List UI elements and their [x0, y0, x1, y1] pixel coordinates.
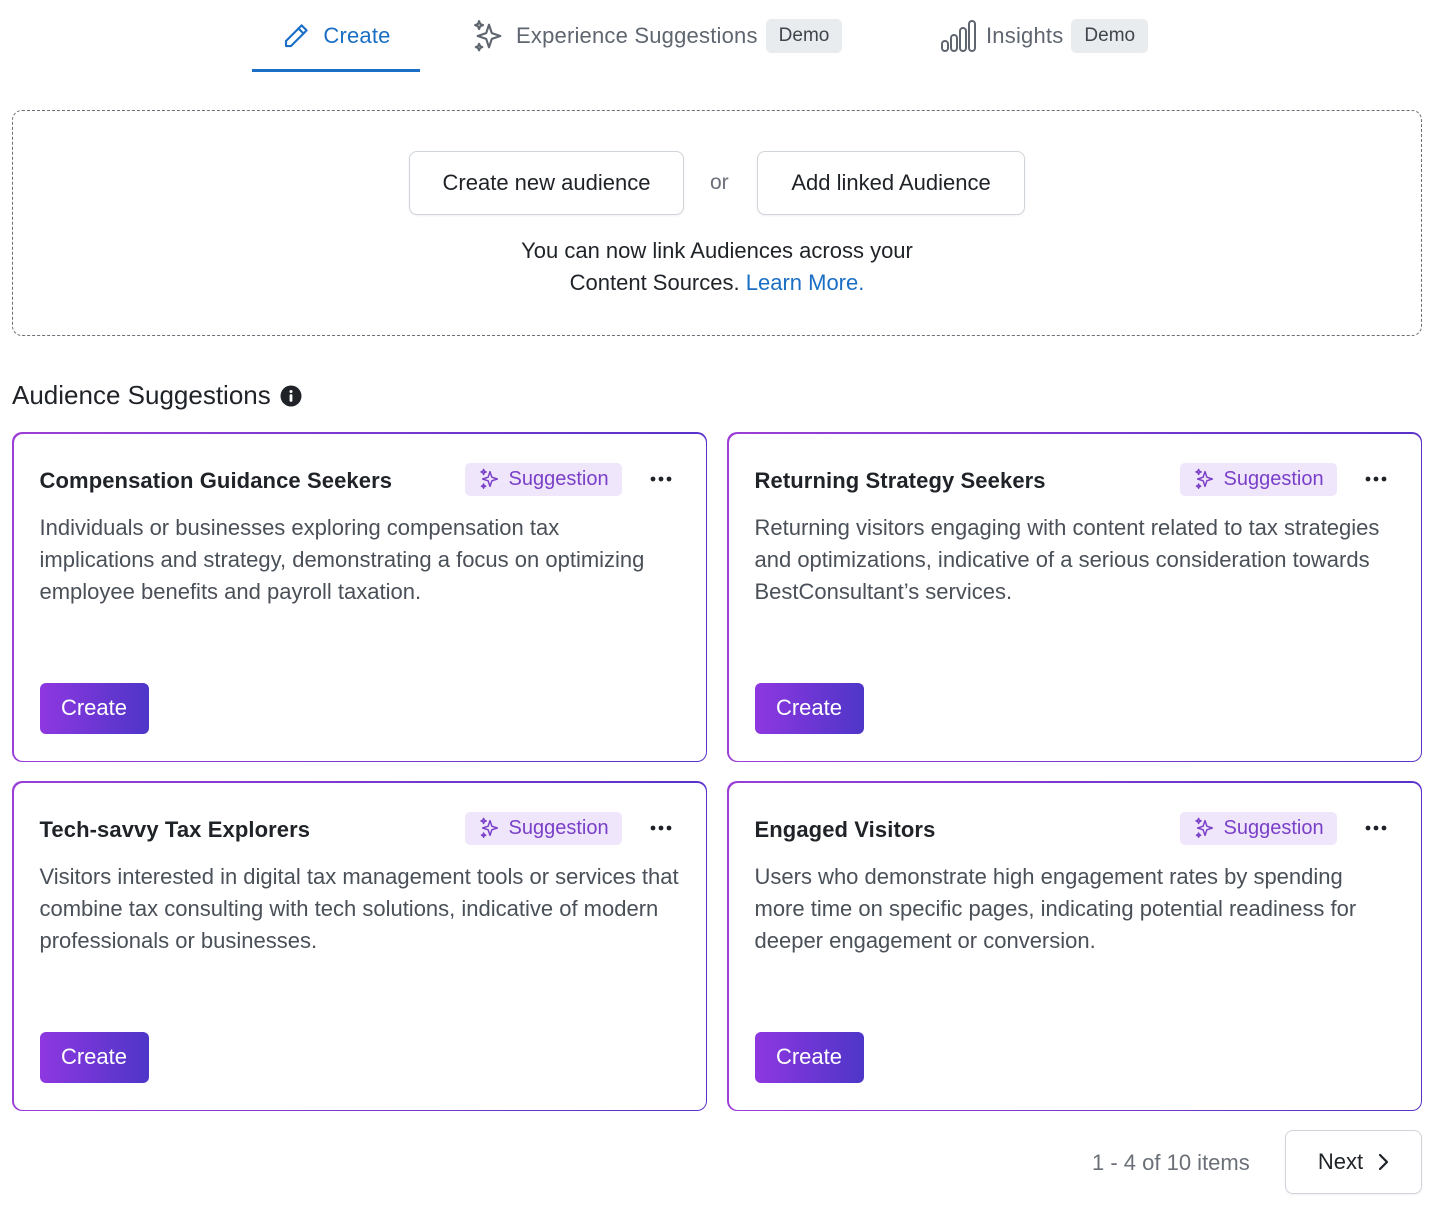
create-button[interactable]: Create	[754, 1031, 864, 1083]
card-description: Users who demonstrate high engagement ra…	[754, 863, 1357, 953]
more-options-icon[interactable]	[1364, 816, 1388, 840]
link-audiences-text: You can now link Audiences across your C…	[13, 235, 1421, 299]
suggestion-badge-label: Suggestion	[1223, 467, 1324, 490]
sparkle-icon	[1194, 468, 1216, 490]
tab-experience-suggestions[interactable]: Experience Suggestions Demo	[472, 0, 843, 72]
add-linked-audience-button[interactable]: Add linked Audience	[757, 151, 1025, 215]
suggestion-badge: Suggestion	[464, 811, 622, 845]
next-page-button[interactable]: Next	[1285, 1130, 1422, 1194]
tab-insights[interactable]: Insights Demo	[940, 0, 1149, 72]
panel-text-line2-start: Content Sources.	[569, 270, 740, 295]
pagination-info: 1 - 4 of 10 items	[1092, 1150, 1250, 1175]
suggestion-badge: Suggestion	[1179, 462, 1337, 496]
suggestion-badge: Suggestion	[1179, 811, 1337, 845]
audience-card: Returning Strategy Seekers Suggestion Re…	[727, 432, 1422, 762]
suggestion-badge-label: Suggestion	[508, 467, 609, 490]
audience-card: Compensation Guidance Seekers Suggestion…	[12, 432, 707, 762]
suggestion-badge: Suggestion	[464, 462, 622, 496]
card-description: Visitors interested in digital tax manag…	[39, 863, 679, 953]
tab-experience-label: Experience Suggestions	[516, 23, 758, 48]
create-button[interactable]: Create	[754, 682, 864, 734]
tab-insights-label: Insights	[986, 23, 1064, 48]
sparkle-icon	[479, 817, 501, 839]
suggestion-badge-label: Suggestion	[1223, 816, 1324, 839]
bar-chart-icon	[940, 19, 976, 53]
card-title: Engaged Visitors	[754, 816, 936, 842]
create-audience-panel: Create new audience or Add linked Audien…	[12, 110, 1422, 336]
section-title: Audience Suggestions	[12, 380, 271, 410]
more-options-icon[interactable]	[649, 467, 673, 491]
learn-more-link[interactable]: Learn More.	[746, 270, 865, 295]
suggestion-badge-label: Suggestion	[508, 816, 609, 839]
panel-text-line1: You can now link Audiences across your	[521, 238, 913, 263]
sparkle-icon	[1194, 817, 1216, 839]
panel-text-line2: Content Sources. Learn More.	[13, 267, 1421, 299]
next-label: Next	[1317, 1149, 1364, 1174]
tab-create[interactable]: Create	[252, 0, 420, 72]
card-title: Returning Strategy Seekers	[754, 467, 1046, 493]
card-description: Individuals or businesses exploring comp…	[39, 514, 645, 604]
tab-create-label: Create	[323, 23, 391, 48]
audience-suggestions-heading: Audience Suggestions	[12, 380, 302, 411]
sparkle-icon	[479, 468, 501, 490]
card-title: Tech-savvy Tax Explorers	[39, 816, 311, 842]
demo-badge: Demo	[1071, 19, 1149, 53]
or-separator: or	[710, 171, 729, 194]
card-description: Returning visitors engaging with content…	[754, 514, 1380, 604]
more-options-icon[interactable]	[1364, 467, 1388, 491]
create-button[interactable]: Create	[39, 1031, 149, 1083]
tab-bar: Create Experience Suggestions Demo Insig…	[0, 0, 1440, 72]
chevron-right-icon	[1377, 1153, 1389, 1171]
audience-card: Tech-savvy Tax Explorers Suggestion Visi…	[12, 781, 707, 1111]
card-title: Compensation Guidance Seekers	[39, 467, 393, 493]
audience-card: Engaged Visitors Suggestion Users who de…	[727, 781, 1422, 1111]
sparkle-icon	[472, 19, 506, 53]
demo-badge: Demo	[765, 19, 843, 53]
create-button[interactable]: Create	[39, 682, 149, 734]
pencil-icon	[281, 21, 311, 51]
more-options-icon[interactable]	[649, 816, 673, 840]
create-new-audience-button[interactable]: Create new audience	[409, 151, 684, 215]
info-icon[interactable]	[280, 385, 302, 407]
